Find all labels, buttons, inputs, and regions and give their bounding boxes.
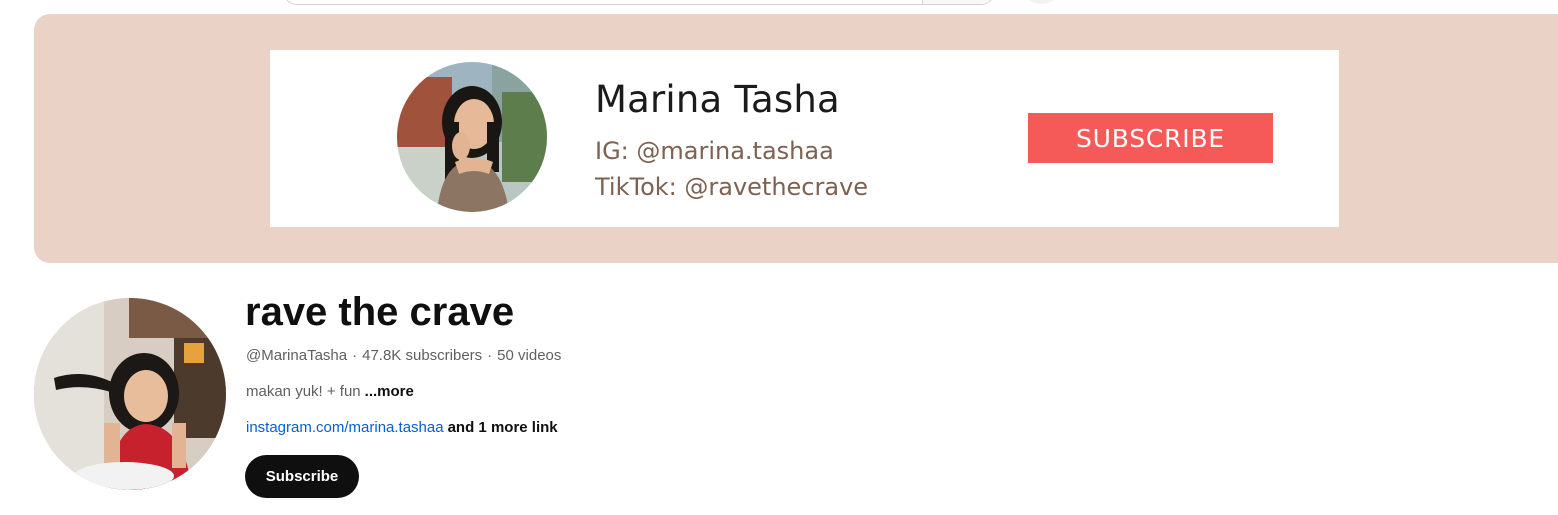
channel-avatar[interactable] <box>34 298 226 490</box>
voice-search-button[interactable] <box>1022 0 1062 4</box>
channel-meta: @MarinaTasha · 47.8K subscribers · 50 vi… <box>246 347 561 364</box>
banner-instagram: IG: @marina.tashaa <box>595 137 834 165</box>
channel-banner: Marina Tasha IG: @marina.tashaa TikTok: … <box>34 14 1558 263</box>
search-button[interactable] <box>922 0 994 4</box>
meta-separator: · <box>352 347 358 364</box>
channel-avatar-photo <box>34 298 226 490</box>
banner-avatar-photo <box>397 62 547 212</box>
description-text: makan yuk! + fun <box>246 383 361 400</box>
meta-separator: · <box>487 347 493 364</box>
channel-description[interactable]: makan yuk! + fun ...more <box>246 383 414 400</box>
description-more-link[interactable]: ...more <box>365 383 414 400</box>
channel-links: instagram.com/marina.tashaa and 1 more li… <box>246 419 558 436</box>
banner-card: Marina Tasha IG: @marina.tashaa TikTok: … <box>270 50 1339 227</box>
instagram-link[interactable]: instagram.com/marina.tashaa <box>246 419 444 436</box>
subscriber-count: 47.8K subscribers <box>362 347 483 364</box>
banner-subscribe-graphic: SUBSCRIBE <box>1028 113 1273 163</box>
subscribe-button[interactable]: Subscribe <box>245 455 359 498</box>
more-links-button[interactable]: and 1 more link <box>448 419 558 436</box>
video-count: 50 videos <box>497 347 562 364</box>
channel-title: rave the crave <box>245 290 515 334</box>
channel-handle: @MarinaTasha <box>246 347 348 364</box>
banner-tiktok: TikTok: @ravethecrave <box>595 173 869 201</box>
banner-name: Marina Tasha <box>595 78 840 121</box>
banner-avatar <box>397 62 547 212</box>
search-bar[interactable] <box>283 0 995 5</box>
